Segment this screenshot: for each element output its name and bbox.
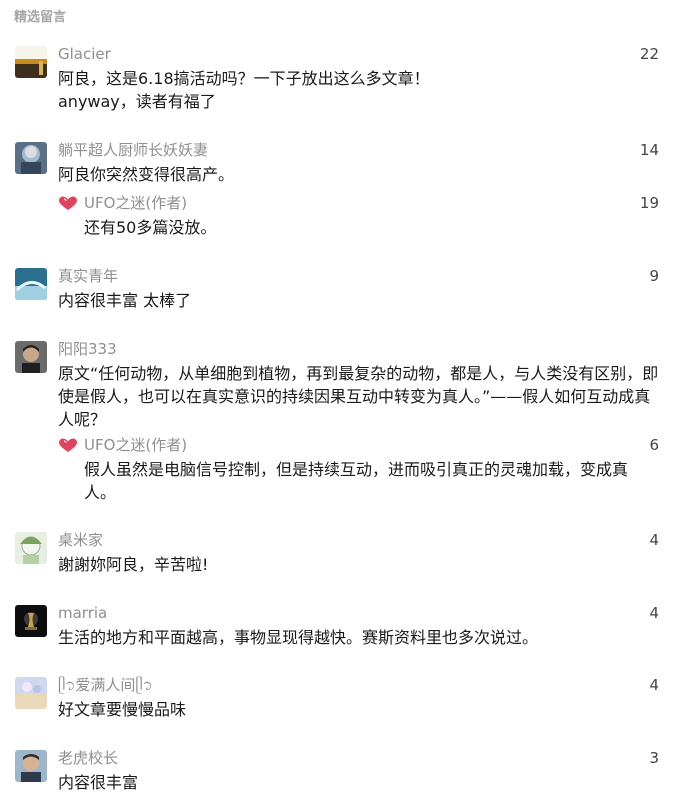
like-count[interactable]: 4 <box>649 603 659 623</box>
comment-text: 阿良，这是6.18搞活动吗？一下子放出这么多文章！ anyway，读者有福了 <box>58 69 430 111</box>
comment-text: 生活的地方和平面越高，事物显现得越快。赛斯资料里也多次说过。 <box>58 628 539 647</box>
comment-text: 内容很丰富 太棒了 <box>58 291 192 310</box>
author-reply: UFO之迷(作者) 6 假人虽然是电脑信号控制，但是持续互动，进而吸引真正的灵魂… <box>58 435 659 505</box>
section-title: 精选留言 <box>14 10 67 25</box>
like-count[interactable]: 6 <box>649 435 659 455</box>
comment-text: 原文“任何动物，从单细胞到植物，再到最复杂的动物，都是人，与人类没有区别，即使是… <box>58 364 659 429</box>
comment-item: 阳阳333 原文“任何动物，从单细胞到植物，再到最复杂的动物，都是人，与人类没有… <box>15 339 659 504</box>
avatar[interactable] <box>15 268 47 300</box>
like-count[interactable]: 4 <box>649 675 659 695</box>
reply-text: 假人虽然是电脑信号控制，但是持续互动，进而吸引真正的灵魂加载，变成真人。 <box>84 460 629 502</box>
commenter-name[interactable]: Glacier <box>58 44 111 64</box>
avatar[interactable] <box>15 750 47 782</box>
comment-text: 好文章要慢慢品味 <box>58 700 187 719</box>
comment-item: 躺平超人厨师长妖妖妻 14 阿良你突然变得很高产。 UFO之迷(作者) 19 还… <box>15 140 659 240</box>
reply-author-name[interactable]: UFO之迷(作者) <box>84 435 187 455</box>
comment-text: 阿良你突然变得很高产。 <box>58 165 235 184</box>
like-count[interactable]: 3 <box>649 748 659 768</box>
commenter-name[interactable]: 躺平超人厨师长妖妖妻 <box>58 140 208 160</box>
like-count[interactable]: 22 <box>640 44 659 64</box>
comment-text: 謝謝妳阿良，辛苦啦! <box>58 555 209 574</box>
avatar[interactable] <box>15 142 47 174</box>
commenter-name[interactable]: 桌米家 <box>58 530 103 550</box>
commenter-name[interactable]: 阳阳333 <box>58 339 117 359</box>
avatar[interactable] <box>15 341 47 373</box>
commenter-name[interactable]: marria <box>58 603 107 623</box>
comment-text: 内容很丰富 <box>58 773 139 792</box>
like-count[interactable]: 4 <box>649 530 659 550</box>
avatar[interactable] <box>15 605 47 637</box>
commenter-name[interactable]: ᥫ᭡爱满人间ᥫ᭡ <box>58 675 153 695</box>
reply-text: 还有50多篇没放。 <box>84 218 217 237</box>
heart-badge-icon <box>59 196 77 210</box>
commenter-name[interactable]: 真实青年 <box>58 266 118 286</box>
comment-item: 老虎校长 3 内容很丰富 <box>15 748 659 796</box>
reply-author-name[interactable]: UFO之迷(作者) <box>84 193 187 213</box>
like-count[interactable]: 9 <box>649 266 659 286</box>
heart-badge-icon <box>59 438 77 452</box>
comment-item: ᥫ᭡爱满人间ᥫ᭡ 4 好文章要慢慢品味 <box>15 675 659 723</box>
avatar[interactable] <box>15 46 47 78</box>
comment-item: Glacier 22 阿良，这是6.18搞活动吗？一下子放出这么多文章！ any… <box>15 44 659 116</box>
commenter-name[interactable]: 老虎校长 <box>58 748 118 768</box>
avatar[interactable] <box>15 677 47 709</box>
comment-item: 桌米家 4 謝謝妳阿良，辛苦啦! <box>15 530 659 578</box>
like-count[interactable]: 19 <box>640 193 659 213</box>
author-reply: UFO之迷(作者) 19 还有50多篇没放。 <box>58 193 659 241</box>
avatar[interactable] <box>15 532 47 564</box>
like-count[interactable]: 14 <box>640 140 659 160</box>
comment-item: marria 4 生活的地方和平面越高，事物显现得越快。赛斯资料里也多次说过。 <box>15 603 659 651</box>
comment-item: 真实青年 9 内容很丰富 太棒了 <box>15 266 659 314</box>
